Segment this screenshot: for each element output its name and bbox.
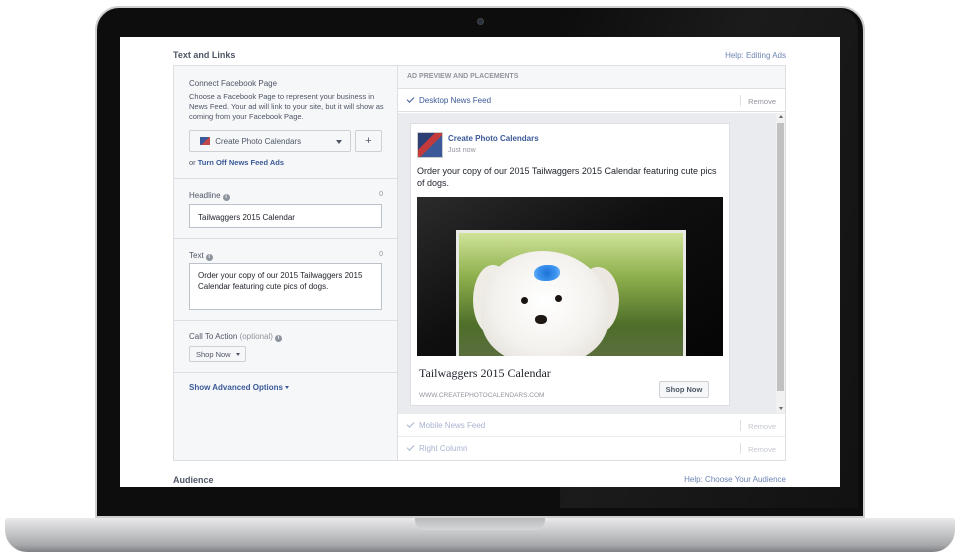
ad-image bbox=[417, 197, 723, 356]
text-label: Text bbox=[189, 251, 204, 260]
call-to-action-section: Call To Action (optional) i Shop Now bbox=[174, 321, 397, 373]
add-page-button[interactable]: + bbox=[355, 130, 382, 152]
connect-page-label: Connect Facebook Page bbox=[189, 79, 278, 88]
headline-label-row: Headline i bbox=[189, 191, 230, 201]
shop-now-button[interactable]: Shop Now bbox=[659, 381, 709, 398]
laptop-base-notch bbox=[415, 518, 545, 530]
page-profile-picture bbox=[417, 132, 443, 158]
divider bbox=[740, 420, 741, 431]
preview-body-text: Order your copy of our 2015 Tailwaggers … bbox=[417, 166, 717, 188]
scrollbar-thumb[interactable] bbox=[777, 123, 784, 391]
screen: Text and Links Help: Editing Ads Connect… bbox=[120, 37, 840, 487]
turn-off-news-feed-link[interactable]: Turn Off News Feed Ads bbox=[198, 158, 284, 167]
section-title-text-links: Text and Links bbox=[173, 50, 236, 60]
help-editing-ads-link[interactable]: Help: Editing Ads bbox=[725, 51, 786, 60]
connect-page-section: Connect Facebook Page Choose a Facebook … bbox=[174, 66, 397, 179]
page-selector-dropdown[interactable]: Create Photo Calendars bbox=[189, 130, 351, 152]
connect-page-description: Choose a Facebook Page to represent your… bbox=[189, 92, 384, 121]
scroll-down-arrow-icon[interactable] bbox=[779, 407, 783, 410]
advanced-options-label: Show Advanced Options bbox=[189, 383, 283, 392]
cta-optional-text: (optional) bbox=[239, 332, 273, 341]
checkmark-icon bbox=[406, 95, 415, 103]
dog-eye bbox=[521, 297, 528, 304]
text-section: Text i 0 Order your copy of our 2015 Tail… bbox=[174, 239, 397, 321]
or-text: or bbox=[189, 158, 196, 167]
scroll-up-arrow-icon[interactable] bbox=[779, 115, 783, 118]
info-icon[interactable]: i bbox=[205, 254, 213, 261]
divider bbox=[740, 443, 741, 454]
dog-bow bbox=[534, 265, 560, 281]
ad-preview-column: AD PREVIEW AND PLACEMENTS Desktop News F… bbox=[398, 66, 785, 460]
ad-text-textarea[interactable]: Order your copy of our 2015 Tailwaggers … bbox=[189, 263, 382, 310]
ad-form: Connect Facebook Page Choose a Facebook … bbox=[174, 66, 398, 460]
ad-creative-panel: Connect Facebook Page Choose a Facebook … bbox=[173, 65, 786, 461]
chevron-down-icon bbox=[236, 353, 240, 356]
help-choose-audience-link[interactable]: Help: Choose Your Audience bbox=[684, 475, 786, 484]
remove-placement-button[interactable]: Remove bbox=[748, 445, 776, 454]
preview-timestamp: Just now bbox=[448, 147, 476, 154]
cta-label-row: Call To Action (optional) i bbox=[189, 332, 282, 342]
preview-page-name[interactable]: Create Photo Calendars bbox=[448, 134, 539, 143]
placement-label: Right Column bbox=[419, 444, 468, 453]
cta-label: Call To Action bbox=[189, 332, 238, 341]
dog-eye bbox=[555, 295, 562, 302]
preview-scrollbar[interactable] bbox=[776, 113, 785, 413]
headline-section: Headline i 0 Tailwaggers 2015 Calendar bbox=[174, 179, 397, 239]
info-icon[interactable]: i bbox=[222, 194, 230, 201]
triangle-down-icon bbox=[284, 386, 289, 389]
placement-label: Desktop News Feed bbox=[419, 96, 492, 105]
text-label-row: Text i bbox=[189, 251, 213, 261]
remove-placement-button[interactable]: Remove bbox=[748, 97, 776, 106]
checkmark-icon bbox=[406, 443, 415, 451]
show-advanced-options-link[interactable]: Show Advanced Options bbox=[189, 383, 289, 392]
placement-mobile-news-feed[interactable]: Mobile News Feed Remove bbox=[398, 413, 785, 436]
news-feed-ad-preview: Create Photo Calendars Just now Order yo… bbox=[410, 123, 730, 406]
preview-ad-title: Tailwaggers 2015 Calendar bbox=[419, 366, 551, 380]
placement-label: Mobile News Feed bbox=[419, 421, 486, 430]
headline-char-counter: 0 bbox=[379, 191, 383, 198]
chevron-down-icon bbox=[336, 140, 342, 144]
preview-header: AD PREVIEW AND PLACEMENTS bbox=[398, 66, 785, 89]
placement-right-column[interactable]: Right Column Remove bbox=[398, 436, 785, 459]
remove-placement-button[interactable]: Remove bbox=[748, 422, 776, 431]
placement-desktop-news-feed[interactable]: Desktop News Feed Remove bbox=[398, 89, 785, 112]
text-char-counter: 0 bbox=[379, 251, 383, 258]
preview-ad-url: WWW.CREATEPHOTOCALENDARS.COM bbox=[419, 392, 545, 399]
divider bbox=[740, 95, 741, 106]
cta-dropdown-value: Shop Now bbox=[196, 350, 231, 359]
page-thumbnail-icon bbox=[200, 137, 210, 145]
webcam-icon bbox=[477, 18, 484, 25]
checkmark-icon bbox=[406, 420, 415, 428]
page-selector-value: Create Photo Calendars bbox=[215, 137, 302, 146]
headline-label: Headline bbox=[189, 191, 221, 200]
turn-off-news-feed-row: or Turn Off News Feed Ads bbox=[189, 158, 284, 167]
headline-input[interactable]: Tailwaggers 2015 Calendar bbox=[189, 204, 382, 228]
calendar-dog-photo bbox=[456, 230, 686, 356]
preview-area: Create Photo Calendars Just now Order yo… bbox=[398, 113, 785, 413]
dog-nose bbox=[535, 315, 547, 324]
info-icon[interactable]: i bbox=[274, 335, 282, 342]
section-title-audience: Audience bbox=[173, 475, 214, 485]
cta-dropdown[interactable]: Shop Now bbox=[189, 346, 246, 362]
